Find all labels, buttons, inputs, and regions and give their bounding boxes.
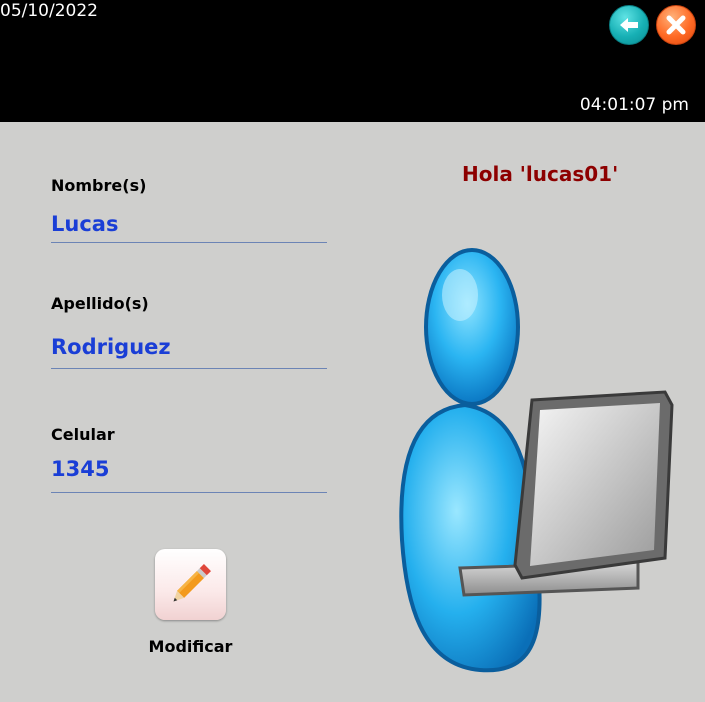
user-with-computer-icon (399, 248, 674, 673)
phone-value[interactable]: 1345 (51, 457, 109, 481)
pencil-icon (173, 563, 212, 602)
app-window: 05/10/2022 04:01:07 pm Hola 'lucas01' No… (0, 0, 705, 702)
modify-button[interactable] (155, 549, 226, 620)
back-button[interactable] (609, 5, 649, 45)
close-button[interactable] (656, 5, 696, 45)
first-name-value[interactable]: Lucas (51, 212, 118, 236)
first-name-underline (51, 242, 327, 243)
phone-underline (51, 492, 327, 493)
top-bar: 05/10/2022 04:01:07 pm (0, 0, 705, 122)
current-date: 05/10/2022 (0, 1, 98, 21)
greeting-text: Hola 'lucas01' (462, 162, 619, 186)
modify-label: Modificar (148, 637, 233, 656)
arrow-left-icon (620, 18, 638, 32)
first-name-label: Nombre(s) (51, 176, 147, 195)
last-name-value[interactable]: Rodriguez (51, 335, 171, 359)
last-name-underline (51, 368, 327, 369)
close-x-icon (666, 15, 686, 35)
last-name-label: Apellido(s) (51, 294, 149, 313)
phone-label: Celular (51, 425, 115, 444)
current-time: 04:01:07 pm (579, 95, 689, 115)
